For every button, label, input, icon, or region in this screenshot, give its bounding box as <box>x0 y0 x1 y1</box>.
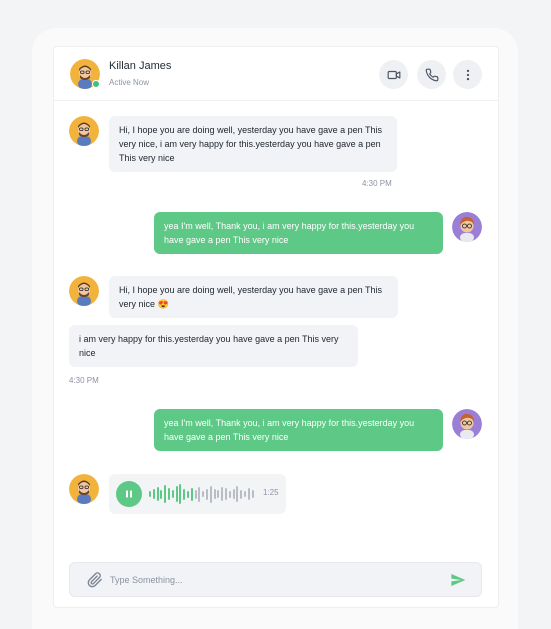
waveform-bar <box>251 490 254 498</box>
waveform-bar <box>198 486 201 502</box>
audio-waveform[interactable] <box>149 483 257 505</box>
sender-avatar <box>69 276 99 306</box>
waveform-bar <box>171 490 174 498</box>
my-avatar <box>452 409 482 439</box>
waveform-bar <box>221 487 224 501</box>
pause-button[interactable] <box>116 481 142 507</box>
outgoing-message: yea I'm well, Thank you, i am very happy… <box>154 409 443 451</box>
waveform-bar <box>160 489 163 499</box>
incoming-message: Hi, I hope you are doing well, yesterday… <box>109 276 398 318</box>
waveform-bar <box>152 489 155 499</box>
waveform-bar <box>175 486 178 502</box>
incoming-message: i am very happy for this.yesterday you h… <box>69 325 358 367</box>
video-call-icon <box>387 70 400 79</box>
contact-name: Killan James <box>109 60 172 72</box>
sender-avatar <box>69 474 99 504</box>
waveform-bar <box>179 484 182 504</box>
waveform-bar <box>156 487 159 501</box>
attachment-icon[interactable] <box>87 572 103 588</box>
online-status-dot <box>92 80 100 88</box>
chat-header: Killan James Active Now <box>54 47 498 101</box>
phone-call-button[interactable] <box>417 60 446 89</box>
waveform-bar <box>164 485 167 503</box>
waveform-bar <box>202 491 205 497</box>
waveform-bar <box>236 486 239 502</box>
waveform-bar <box>247 488 250 500</box>
waveform-bar <box>206 488 208 500</box>
message-input[interactable] <box>110 571 440 589</box>
voice-message: 1:25 <box>109 474 286 514</box>
waveform-bar <box>190 487 193 501</box>
my-avatar <box>452 212 482 242</box>
message-time: 4:30 PM <box>362 179 392 188</box>
voice-duration: 1:25 <box>263 488 279 497</box>
more-options-icon <box>466 69 469 80</box>
phone-call-icon <box>425 68 438 81</box>
more-options-button[interactable] <box>453 60 482 89</box>
pause-icon <box>126 490 132 498</box>
video-call-button[interactable] <box>379 60 408 89</box>
waveform-bar <box>225 488 227 500</box>
waveform-bar <box>209 485 212 503</box>
waveform-bar <box>149 491 151 497</box>
waveform-bar <box>183 488 186 500</box>
contact-status: Active Now <box>109 78 150 87</box>
waveform-bar <box>240 489 243 499</box>
waveform-bar <box>217 490 220 498</box>
send-icon[interactable] <box>450 572 466 588</box>
message-time: 4:30 PM <box>69 376 99 385</box>
waveform-bar <box>187 490 189 498</box>
waveform-bar <box>228 490 231 498</box>
waveform-bar <box>168 488 170 500</box>
waveform-bar <box>213 489 216 499</box>
sender-avatar <box>69 116 99 146</box>
message-composer <box>69 562 482 597</box>
waveform-bar <box>194 489 197 499</box>
incoming-message: Hi, I hope you are doing well, yesterday… <box>109 116 397 172</box>
outgoing-message: yea I'm well, Thank you, i am very happy… <box>154 212 443 254</box>
waveform-bar <box>232 489 235 499</box>
waveform-bar <box>244 491 246 497</box>
